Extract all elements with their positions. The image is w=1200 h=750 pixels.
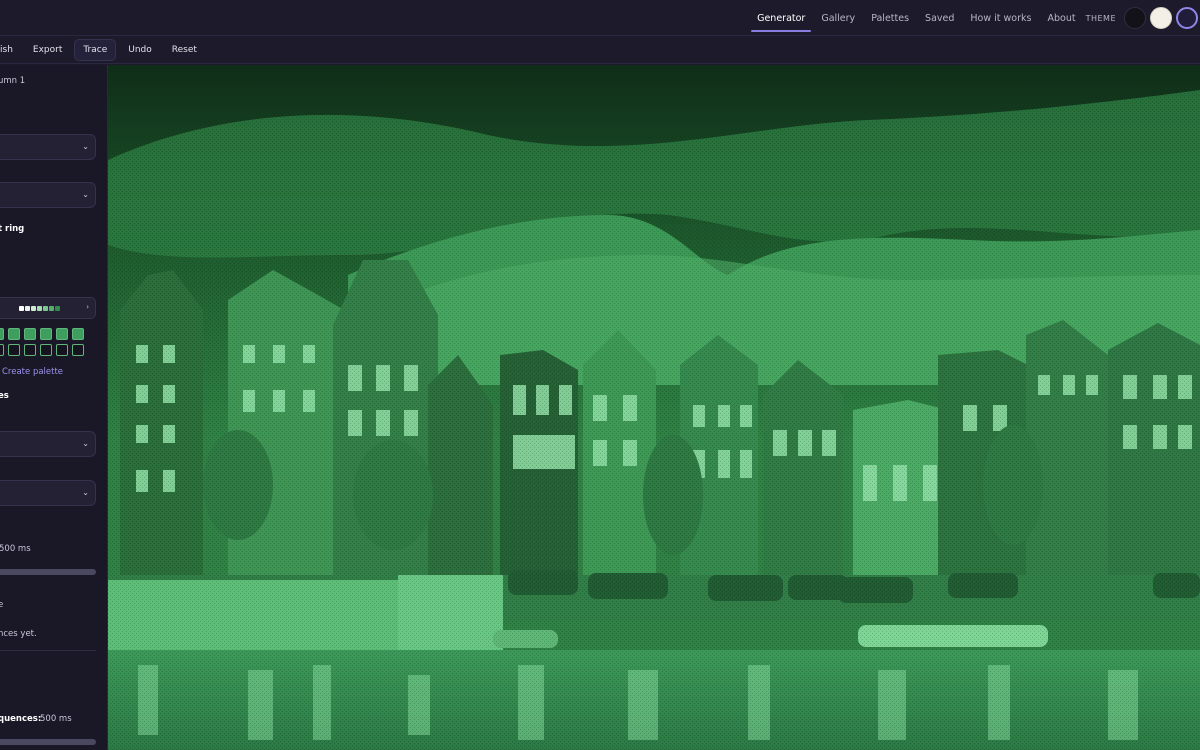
settings-sidebar: umn 1 ⌄ ⌄ t ring › Create palette es ⌄ bbox=[0, 65, 108, 750]
main-nav: Generator Gallery Palettes Saved How it … bbox=[749, 0, 1200, 36]
palette-grid-row-1 bbox=[0, 328, 88, 340]
palette-picker[interactable]: › bbox=[0, 297, 96, 319]
palette-cell[interactable] bbox=[8, 344, 20, 356]
palette-cell[interactable] bbox=[56, 328, 68, 340]
theme-label: THEME bbox=[1085, 13, 1116, 23]
palette-color-4 bbox=[37, 305, 42, 311]
palette-color-2 bbox=[25, 305, 30, 311]
nav-palettes[interactable]: Palettes bbox=[863, 4, 917, 32]
theme-purple-swatch[interactable] bbox=[1176, 7, 1198, 29]
palette-cell[interactable] bbox=[24, 328, 36, 340]
sequences-label: quences: bbox=[0, 714, 42, 724]
undo-button[interactable]: Undo bbox=[120, 39, 160, 61]
palette-cell[interactable] bbox=[40, 344, 52, 356]
reset-button[interactable]: Reset bbox=[164, 39, 205, 61]
speed-value: 500 ms bbox=[0, 544, 31, 554]
palette-cell[interactable] bbox=[56, 344, 68, 356]
palette-grid-row-2 bbox=[0, 344, 88, 356]
theme-light-swatch[interactable] bbox=[1150, 7, 1172, 29]
section-heading: es bbox=[0, 391, 9, 401]
top-navbar: Generator Gallery Palettes Saved How it … bbox=[0, 0, 1200, 36]
palette-cell[interactable] bbox=[8, 328, 20, 340]
style-select[interactable]: ⌄ bbox=[0, 182, 96, 208]
chevron-down-icon: ⌄ bbox=[82, 488, 89, 497]
palette-cell[interactable] bbox=[24, 344, 36, 356]
palette-cell[interactable] bbox=[72, 344, 84, 356]
palette-color-6 bbox=[49, 305, 54, 311]
option-select-2[interactable]: ⌄ bbox=[0, 480, 96, 506]
palette-cell[interactable] bbox=[72, 328, 84, 340]
palette-cell[interactable] bbox=[0, 344, 4, 356]
palette-color-1 bbox=[19, 305, 24, 311]
trace-button[interactable]: Trace bbox=[74, 38, 117, 61]
nav-generator[interactable]: Generator bbox=[749, 4, 813, 32]
sequences-value: 500 ms bbox=[40, 714, 72, 724]
theme-dark-swatch[interactable] bbox=[1124, 7, 1146, 29]
sequence-speed-slider[interactable] bbox=[0, 739, 96, 745]
nav-how-it-works[interactable]: How it works bbox=[962, 4, 1039, 32]
image-canvas[interactable] bbox=[108, 65, 1200, 750]
palette-cell[interactable] bbox=[40, 328, 52, 340]
chevron-down-icon: ⌄ bbox=[82, 142, 89, 151]
chevron-down-icon: ⌄ bbox=[82, 190, 89, 199]
palette-color-7 bbox=[55, 305, 60, 311]
nav-about[interactable]: About bbox=[1039, 4, 1083, 32]
column-label: umn 1 bbox=[0, 76, 26, 86]
nav-saved[interactable]: Saved bbox=[917, 4, 962, 32]
option-select-1[interactable]: ⌄ bbox=[0, 431, 96, 457]
dither-overlay bbox=[108, 65, 1200, 750]
dithered-image bbox=[108, 65, 1200, 750]
ring-label: t ring bbox=[0, 224, 25, 234]
empty-sequences-text: nces yet. bbox=[0, 629, 37, 639]
label-fragment: e bbox=[0, 600, 3, 610]
toolbar: ish Export Trace Undo Reset bbox=[0, 36, 1200, 64]
speed-slider[interactable] bbox=[0, 569, 96, 575]
palette-cell[interactable] bbox=[0, 328, 4, 340]
publish-button[interactable]: ish bbox=[0, 39, 21, 61]
create-palette-link[interactable]: Create palette bbox=[2, 367, 63, 377]
mode-select[interactable]: ⌄ bbox=[0, 134, 96, 160]
export-button[interactable]: Export bbox=[25, 39, 70, 61]
palette-color-5 bbox=[43, 305, 48, 311]
chevron-down-icon: › bbox=[86, 303, 89, 311]
chevron-down-icon: ⌄ bbox=[82, 439, 89, 448]
palette-color-3 bbox=[31, 305, 36, 311]
nav-gallery[interactable]: Gallery bbox=[813, 4, 863, 32]
divider bbox=[0, 650, 96, 651]
